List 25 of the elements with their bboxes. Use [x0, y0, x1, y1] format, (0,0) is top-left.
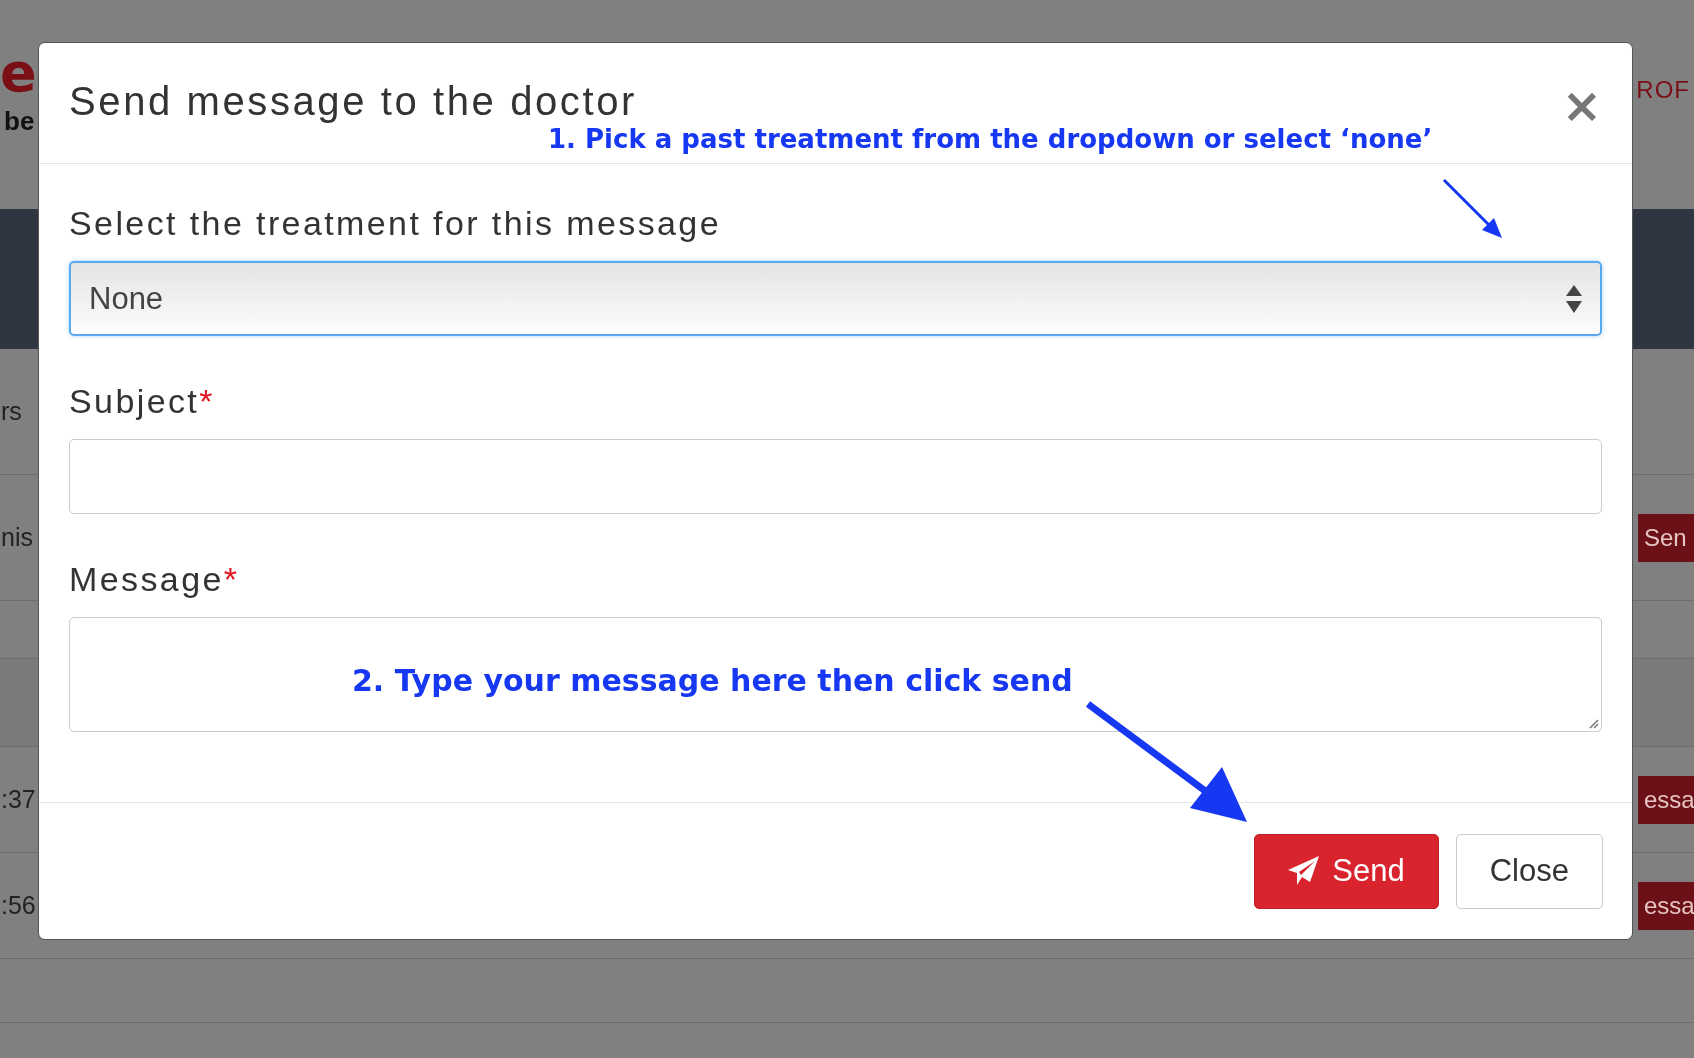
send-button[interactable]: Send [1254, 833, 1439, 909]
close-button[interactable]: × [1561, 81, 1602, 129]
treatment-dropdown[interactable]: None [69, 261, 1602, 336]
table-cell: nis [1, 523, 33, 552]
table-cell: :56 [1, 891, 36, 920]
field-label: Select the treatment for this message [69, 204, 721, 243]
send-message-button[interactable]: essa [1638, 775, 1694, 824]
required-mark: * [199, 382, 215, 421]
logo-fragment: e [0, 46, 37, 100]
table-cell: rs [1, 397, 22, 426]
resize-grip-icon [1587, 717, 1599, 729]
paper-plane-icon [1288, 856, 1321, 886]
dropdown-arrows-icon [1566, 284, 1582, 313]
message-field[interactable] [69, 617, 1602, 732]
dialog-title: Send message to the doctor [69, 79, 637, 124]
tagline-fragment: be [4, 106, 36, 137]
subject-field[interactable] [69, 439, 1602, 514]
annotation-text: 2. Type your message here then click send [352, 663, 1073, 698]
table-cell: :37 [1, 785, 36, 814]
send-message-button[interactable]: essa [1638, 881, 1694, 930]
field-label: Message [69, 560, 224, 599]
send-message-button[interactable]: Sen [1638, 513, 1694, 562]
required-mark: * [223, 560, 240, 599]
field-label: Subject [69, 382, 200, 421]
close-button[interactable]: Close [1455, 833, 1603, 909]
